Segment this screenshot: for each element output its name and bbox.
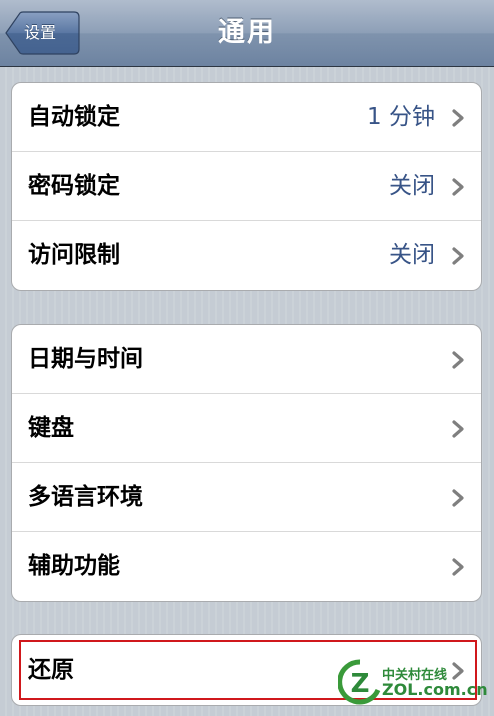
row-international[interactable]: 多语言环境 (12, 463, 481, 532)
settings-group-general: 日期与时间 键盘 多语言环境 辅助功能 (11, 324, 482, 602)
row-passcode-lock[interactable]: 密码锁定 关闭 (12, 152, 481, 221)
chevron-right-icon (452, 489, 464, 507)
settings-group-security: 自动锁定 1 分钟 密码锁定 关闭 访问限制 关闭 (11, 82, 482, 291)
row-restrictions[interactable]: 访问限制 关闭 (12, 221, 481, 290)
watermark-logo: Z 中关村在线 ZOL.com.cn (338, 656, 488, 712)
row-value: 关闭 (389, 242, 435, 268)
chevron-right-icon (452, 420, 464, 438)
chevron-right-icon (452, 558, 464, 576)
row-accessibility[interactable]: 辅助功能 (12, 532, 481, 601)
watermark-en: ZOL.com.cn (382, 680, 488, 699)
chevron-right-icon (452, 247, 464, 265)
row-date-time[interactable]: 日期与时间 (12, 325, 481, 394)
row-keyboard[interactable]: 键盘 (12, 394, 481, 463)
zol-logo-icon: Z (338, 659, 381, 705)
row-label: 日期与时间 (28, 346, 143, 372)
row-label: 还原 (28, 657, 74, 683)
page-title: 通用 (218, 17, 276, 48)
chevron-right-icon (452, 109, 464, 127)
watermark-logo-letter: Z (351, 669, 370, 699)
row-label: 多语言环境 (28, 484, 143, 510)
row-label: 键盘 (28, 415, 74, 441)
chevron-right-icon (452, 351, 464, 369)
chevron-right-icon (452, 178, 464, 196)
navigation-bar: 设置 通用 (0, 0, 494, 67)
row-value: 1 分钟 (367, 104, 435, 130)
row-value: 关闭 (389, 173, 435, 199)
row-auto-lock[interactable]: 自动锁定 1 分钟 (12, 83, 481, 152)
row-label: 辅助功能 (28, 553, 120, 579)
row-label: 密码锁定 (28, 173, 120, 199)
row-label: 自动锁定 (28, 104, 120, 130)
row-label: 访问限制 (28, 242, 120, 268)
